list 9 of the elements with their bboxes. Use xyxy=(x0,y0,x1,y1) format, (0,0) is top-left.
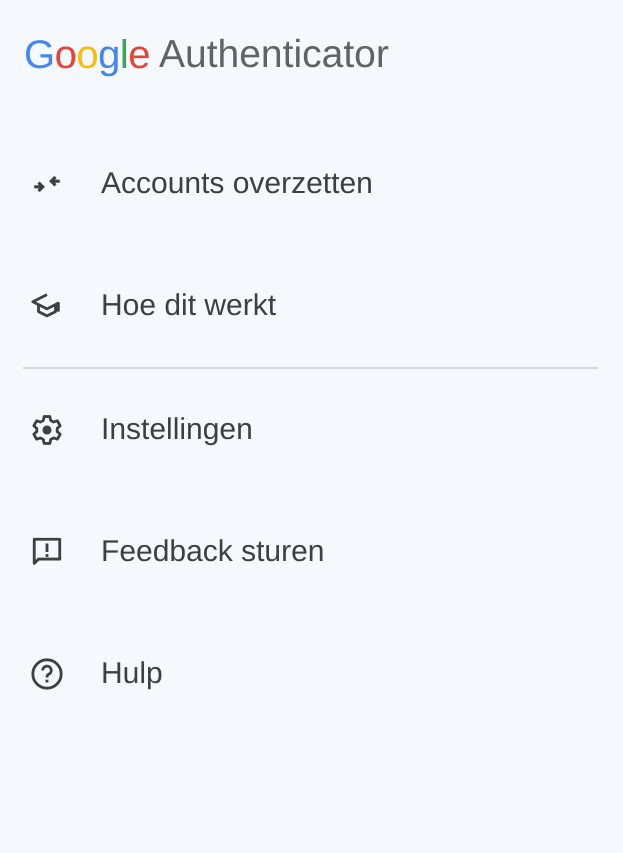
settings-icon xyxy=(30,413,64,447)
logo-wordmark: Google xyxy=(24,32,150,78)
menu-item[interactable]: Feedback sturen xyxy=(0,491,623,613)
menu-item[interactable]: Accounts overzetten xyxy=(0,123,623,245)
menu-item[interactable]: Hoe dit werkt xyxy=(0,245,623,367)
menu-item[interactable]: Hulp xyxy=(0,613,623,735)
help-icon xyxy=(30,657,64,691)
menu-item[interactable]: Instellingen xyxy=(0,369,623,491)
app-title: Authenticator xyxy=(159,33,389,77)
